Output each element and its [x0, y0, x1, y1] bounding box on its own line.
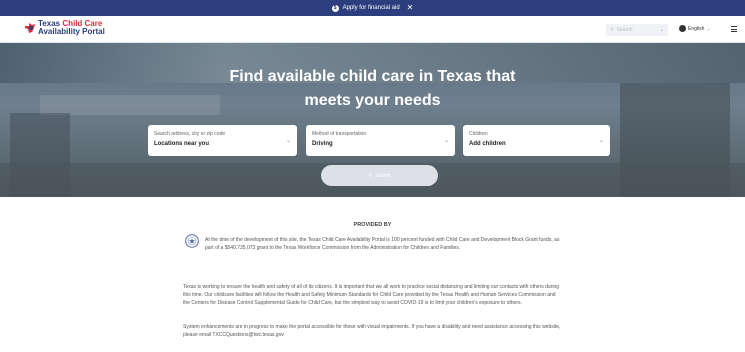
header-search-input[interactable]: ⚲ Search ⌄: [606, 24, 668, 36]
site-logo[interactable]: Texas Child Care Availability Portal: [24, 20, 105, 36]
hero-title: Find available child care in Texas that …: [0, 65, 745, 113]
logo-icon: [25, 23, 35, 33]
search-icon: ⚲: [610, 27, 614, 33]
language-selector[interactable]: English ⌄: [679, 25, 711, 32]
location-field[interactable]: Search address, city or zip code Locatio…: [148, 125, 297, 156]
chevron-down-icon: ⌄: [659, 27, 664, 33]
logo-text-portal: Availability Portal: [38, 27, 105, 36]
chevron-down-icon: ⌄: [598, 138, 604, 144]
chevron-down-icon: ⌄: [285, 138, 291, 144]
language-label: English: [688, 25, 705, 32]
hero-title-line2: meets your needs: [304, 92, 441, 109]
close-icon[interactable]: ✕: [407, 4, 414, 12]
children-field[interactable]: Children Add children ⌄: [463, 125, 610, 156]
funding-paragraph: At the time of the development of this s…: [205, 237, 560, 251]
site-header: Texas Child Care Availability Portal ⚲ S…: [0, 16, 745, 43]
twc-seal-icon: [185, 234, 199, 248]
covid-paragraph: Texas is working to ensure the health an…: [183, 284, 560, 306]
transportation-field[interactable]: Method of transportation Driving ⌄: [306, 125, 455, 156]
accessibility-paragraph: System enhancements are in progress to m…: [183, 324, 561, 338]
announcement-bar[interactable]: $ Apply for financial aid ✕: [0, 0, 745, 16]
header-search-placeholder: Search: [616, 27, 633, 33]
transportation-field-label: Method of transportation: [312, 131, 367, 137]
location-field-label: Search address, city or zip code: [154, 131, 226, 137]
transportation-field-value: Driving: [312, 141, 333, 147]
info-icon: $: [331, 4, 339, 12]
globe-icon: [679, 25, 686, 32]
announcement-text[interactable]: Apply for financial aid: [343, 5, 400, 11]
submit-label: Submit: [375, 172, 391, 179]
submit-button[interactable]: ⚲ Submit: [321, 165, 438, 186]
chevron-down-icon: ⌄: [706, 25, 711, 32]
provided-by-heading: PROVIDED BY: [353, 222, 392, 228]
search-icon: ⚲: [368, 172, 373, 179]
location-field-value: Locations near you: [154, 141, 210, 147]
hero-title-line1: Find available child care in Texas that: [229, 68, 516, 85]
children-field-value: Add children: [469, 141, 506, 147]
hamburger-menu-icon[interactable]: [731, 26, 737, 34]
chevron-down-icon: ⌄: [443, 138, 449, 144]
hero-banner: Find available child care in Texas that …: [0, 43, 745, 197]
children-field-label: Children: [469, 131, 488, 137]
